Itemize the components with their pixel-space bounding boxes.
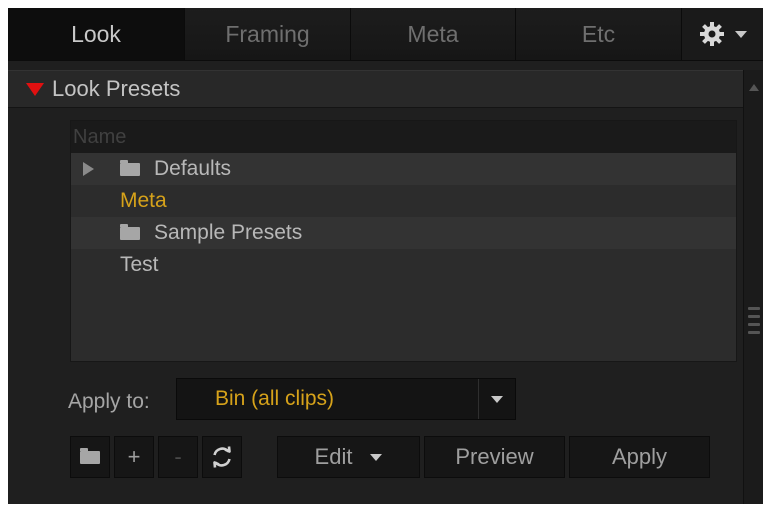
list-item[interactable]: Sample Presets	[71, 217, 736, 249]
list-item[interactable]: Meta	[71, 185, 736, 217]
remove-preset-button[interactable]: -	[158, 436, 198, 478]
look-presets-section-header[interactable]: Look Presets	[8, 70, 743, 108]
edit-label: Edit	[314, 444, 353, 469]
folder-icon	[80, 447, 100, 464]
look-panel: Look Framing Meta Etc Look Presets Name …	[8, 8, 763, 504]
chevron-down-icon[interactable]	[491, 395, 503, 403]
gear-icon	[699, 22, 724, 46]
collapse-arrow-icon[interactable]	[26, 82, 44, 96]
refresh-icon	[213, 446, 231, 468]
add-preset-button[interactable]: +	[114, 436, 154, 478]
settings-menu-button[interactable]	[682, 8, 763, 60]
apply-to-value: Bin (all clips)	[215, 387, 335, 410]
presets-list[interactable]: Name Defaults Meta Sample Presets Test	[70, 120, 737, 362]
list-item-label: Test	[120, 253, 159, 276]
chevron-down-icon	[370, 453, 383, 461]
new-folder-button[interactable]	[70, 436, 110, 478]
section-title: Look Presets	[52, 76, 181, 101]
chevron-down-icon	[734, 30, 747, 38]
tab-bar: Look Framing Meta Etc	[8, 8, 763, 61]
refresh-button[interactable]	[202, 436, 242, 478]
scroll-grip[interactable]	[748, 302, 760, 344]
tab-look[interactable]: Look	[8, 8, 185, 60]
list-item-label: Meta	[120, 189, 167, 212]
list-item-label: Sample Presets	[154, 221, 303, 244]
list-item[interactable]: Defaults	[71, 153, 736, 185]
tab-meta[interactable]: Meta	[351, 8, 516, 60]
list-item[interactable]: Test	[71, 249, 736, 281]
preview-button[interactable]: Preview	[424, 436, 565, 478]
list-item-label: Defaults	[154, 157, 232, 180]
tab-etc[interactable]: Etc	[516, 8, 682, 60]
folder-icon	[120, 223, 140, 240]
apply-to-label: Apply to:	[68, 390, 150, 413]
edit-button[interactable]: Edit	[277, 436, 420, 478]
tab-framing[interactable]: Framing	[185, 8, 351, 60]
folder-icon	[120, 159, 140, 176]
apply-button[interactable]: Apply	[569, 436, 710, 478]
apply-to-dropdown[interactable]: Bin (all clips)	[176, 378, 516, 420]
scrollbar[interactable]	[743, 70, 763, 504]
expand-arrow-icon[interactable]	[83, 162, 94, 176]
scroll-up-icon[interactable]	[749, 84, 759, 91]
list-column-header[interactable]: Name	[71, 121, 736, 153]
